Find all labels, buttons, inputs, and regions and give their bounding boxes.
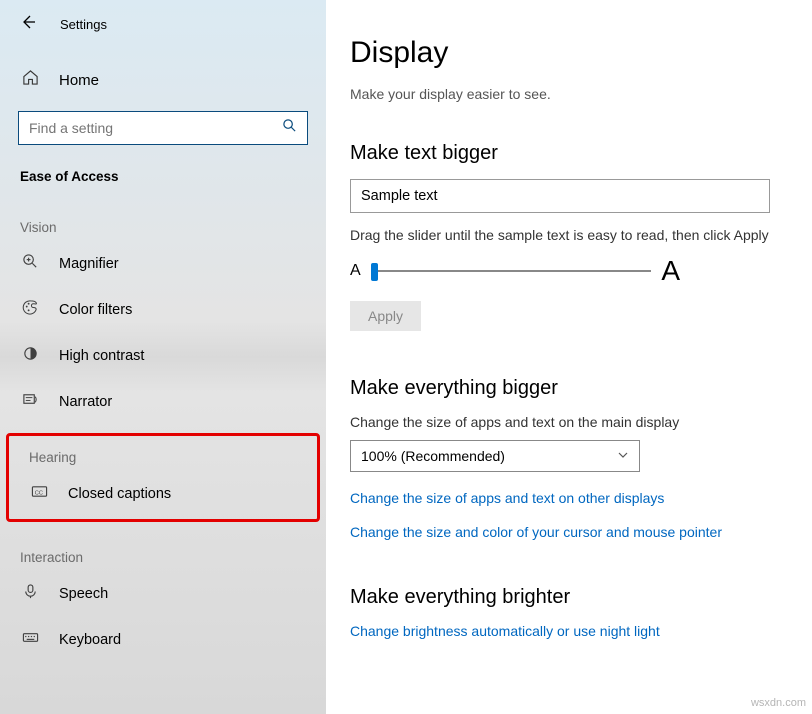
search-box[interactable] [18, 111, 308, 145]
page-subtitle: Make your display easier to see. [350, 86, 788, 102]
topbar: Settings [0, 0, 326, 41]
category-title: Ease of Access [0, 145, 326, 192]
nav-label: Narrator [59, 394, 112, 410]
mic-icon [22, 583, 39, 605]
section-text-bigger: Make text bigger [350, 142, 788, 165]
nav-label: Speech [59, 586, 108, 602]
nav-speech[interactable]: Speech [0, 571, 326, 617]
watermark: wsxdn.com [751, 697, 806, 709]
chevron-down-icon [617, 448, 629, 464]
text-size-slider[interactable] [371, 270, 652, 272]
nav-narrator[interactable]: Narrator [0, 379, 326, 425]
sidebar: Settings Home Ease of Access Vision Magn… [0, 0, 326, 714]
cc-icon: CC [31, 483, 48, 505]
home-icon [22, 69, 39, 91]
highlight-hearing: Hearing CC Closed captions [6, 433, 320, 522]
keyboard-icon [22, 629, 39, 651]
sample-text-box: Sample text [350, 179, 770, 213]
page-title: Display [350, 36, 788, 70]
slider-thumb[interactable] [371, 263, 378, 281]
svg-text:CC: CC [35, 490, 43, 496]
section-everything-bigger: Make everything bigger [350, 377, 788, 400]
nav-magnifier[interactable]: Magnifier [0, 241, 326, 287]
a-small-label: A [350, 262, 361, 280]
group-hearing: Hearing [9, 440, 317, 471]
main-content: Display Make your display easier to see.… [326, 0, 812, 714]
nav-color-filters[interactable]: Color filters [0, 287, 326, 333]
nav-high-contrast[interactable]: High contrast [0, 333, 326, 379]
text-size-slider-row: A A [350, 255, 680, 287]
apply-button[interactable]: Apply [350, 301, 421, 331]
palette-icon [22, 299, 39, 321]
contrast-icon [22, 345, 39, 367]
nav-label: Color filters [59, 302, 132, 318]
link-cursor-pointer[interactable]: Change the size and color of your cursor… [350, 524, 788, 540]
group-interaction: Interaction [0, 522, 326, 571]
section-brighter: Make everything brighter [350, 586, 788, 609]
a-large-label: A [661, 255, 680, 287]
nav-label: High contrast [59, 348, 144, 364]
nav-label: Magnifier [59, 256, 119, 272]
search-input[interactable] [29, 120, 282, 136]
dropdown-value: 100% (Recommended) [361, 448, 505, 464]
nav-closed-captions[interactable]: CC Closed captions [9, 471, 317, 517]
search-icon[interactable] [282, 118, 297, 138]
back-icon[interactable] [20, 14, 36, 35]
settings-title: Settings [60, 17, 107, 32]
scale-dropdown[interactable]: 100% (Recommended) [350, 440, 640, 472]
nav-label: Keyboard [59, 632, 121, 648]
link-brightness[interactable]: Change brightness automatically or use n… [350, 623, 788, 639]
slider-desc: Drag the slider until the sample text is… [350, 227, 788, 243]
nav-label: Closed captions [68, 486, 171, 502]
home-label: Home [59, 72, 99, 89]
narrator-icon [22, 391, 39, 413]
magnifier-icon [22, 253, 39, 275]
nav-home[interactable]: Home [0, 59, 326, 101]
group-vision: Vision [0, 192, 326, 241]
nav-keyboard[interactable]: Keyboard [0, 617, 326, 663]
link-other-displays[interactable]: Change the size of apps and text on othe… [350, 490, 788, 506]
scale-desc: Change the size of apps and text on the … [350, 414, 788, 430]
